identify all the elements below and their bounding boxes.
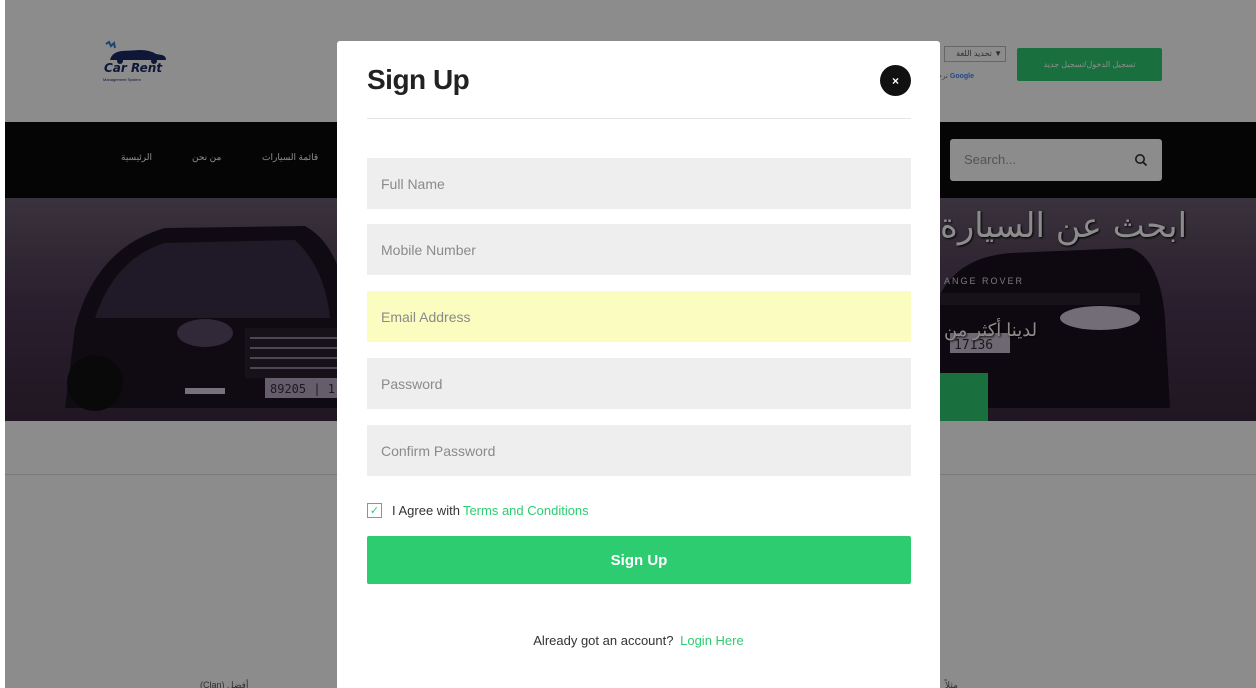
login-here-link[interactable]: Login Here [680, 633, 744, 648]
email-field[interactable] [367, 291, 911, 342]
terms-label: I Agree with [392, 502, 460, 518]
modal-title: Sign Up [367, 64, 470, 95]
login-prompt-text: Already got an account? [533, 633, 674, 648]
terms-link[interactable]: Terms and Conditions [463, 503, 589, 518]
close-icon[interactable]: × [880, 65, 911, 96]
signup-submit-button[interactable]: Sign Up [367, 536, 911, 584]
full-name-field[interactable] [367, 158, 911, 209]
terms-checkbox[interactable]: ✓ [367, 502, 382, 518]
confirm-password-field[interactable] [367, 425, 911, 476]
password-field[interactable] [367, 358, 911, 409]
terms-agreement: ✓ I Agree with Terms and Conditions [367, 501, 589, 519]
page-left-strip [0, 0, 5, 688]
modal-divider [367, 118, 911, 119]
login-prompt: Already got an account? Login Here [337, 633, 940, 648]
mobile-number-field[interactable] [367, 224, 911, 275]
signup-modal: Sign Up × ✓ I Agree with Terms and Condi… [337, 41, 940, 688]
